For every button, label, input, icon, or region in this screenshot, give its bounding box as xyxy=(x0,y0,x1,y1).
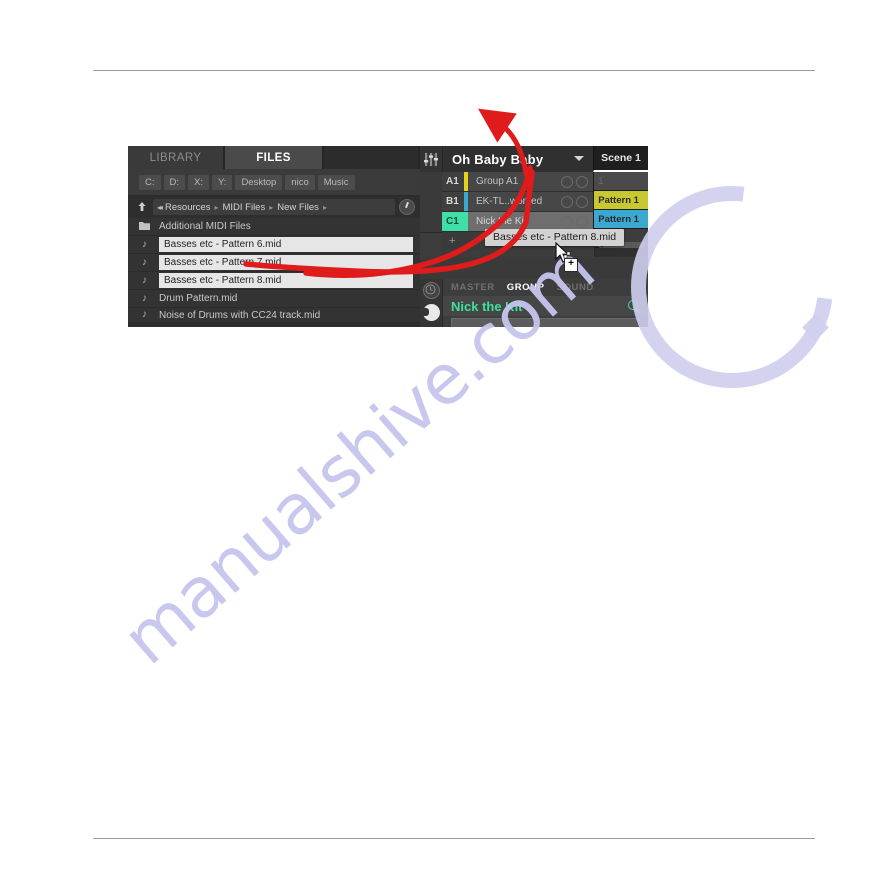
control-slot[interactable] xyxy=(451,318,640,327)
arranger-body: A1 Group A1 B1 EK-TL..worked C1 Nick the… xyxy=(420,172,648,250)
breadcrumb-separator-icon: ▸ xyxy=(214,202,219,212)
list-item-label: Basses etc - Pattern 6.mid xyxy=(159,237,413,252)
folder-icon xyxy=(138,221,151,233)
group-name: Group A1 xyxy=(468,172,562,191)
group-list: A1 Group A1 B1 EK-TL..worked C1 Nick the… xyxy=(420,172,594,250)
pattern-slot[interactable]: 1 xyxy=(594,172,648,191)
clock-icon[interactable] xyxy=(422,282,440,299)
list-item[interactable]: ♪ Basses etc - Pattern 6.mid xyxy=(128,236,420,254)
list-item[interactable]: ♪ Basses etc - Pattern 7.mid xyxy=(128,254,420,272)
shortcut-music[interactable]: Music xyxy=(317,174,355,190)
tab-files[interactable]: FILES xyxy=(225,146,322,169)
browser-tabbar: LIBRARY FILES xyxy=(128,146,420,169)
breadcrumb-separator-icon: ▸ xyxy=(269,202,274,212)
document-page: LIBRARY FILES C: D: X: Y: Desktop nico M… xyxy=(0,0,893,893)
list-item-label: Drum Pattern.mid xyxy=(159,293,238,304)
shortcut-bar: C: D: X: Y: Desktop nico Music xyxy=(128,169,420,196)
breadcrumb[interactable]: ◂◂ Resources ▸ MIDI Files ▸ New Files ▸ xyxy=(153,199,395,215)
shortcut-d[interactable]: D: xyxy=(163,174,185,190)
midi-note-icon: ♪ xyxy=(142,309,147,320)
group-controls xyxy=(561,172,594,191)
tabbar-filler xyxy=(324,146,418,169)
list-item-label: Basses etc - Pattern 7.mid xyxy=(159,255,413,270)
magnifier-icon[interactable] xyxy=(628,300,638,310)
solo-icon[interactable] xyxy=(576,195,589,208)
path-bar: ◂◂ Resources ▸ MIDI Files ▸ New Files ▸ xyxy=(128,196,420,218)
maschine-screenshot: LIBRARY FILES C: D: X: Y: Desktop nico M… xyxy=(128,146,648,327)
list-item-label: Noise of Drums with CC24 track.mid xyxy=(159,309,321,321)
breadcrumb-midi-files[interactable]: MIDI Files xyxy=(222,202,265,213)
list-item-label: Basses etc - Pattern 8.mid xyxy=(159,273,413,288)
control-tabs: MASTER GROUP SOUND xyxy=(443,279,648,296)
control-title: Nick the Kit xyxy=(451,298,523,314)
plug-icon[interactable] xyxy=(422,304,440,321)
header-rule xyxy=(93,70,815,71)
footer-rule xyxy=(93,838,815,839)
pattern-column: 1 Pattern 1 Pattern 1 xyxy=(593,172,648,248)
solo-icon[interactable] xyxy=(576,175,589,188)
midi-note-icon: ♪ xyxy=(142,238,147,250)
group-controls xyxy=(561,192,594,211)
file-list: Additional MIDI Files ♪ Basses etc - Pat… xyxy=(128,218,420,323)
mute-icon[interactable] xyxy=(561,175,574,188)
shortcut-nico[interactable]: nico xyxy=(285,174,315,190)
project-name-label: Oh Baby Baby xyxy=(452,151,544,167)
up-arrow-icon[interactable] xyxy=(134,200,149,215)
shortcut-y[interactable]: Y: xyxy=(211,174,233,190)
mute-icon[interactable] xyxy=(561,195,574,208)
shortcut-c[interactable]: C: xyxy=(139,174,161,190)
pattern-slot[interactable]: Pattern 1 xyxy=(594,191,648,210)
file-browser-panel: LIBRARY FILES C: D: X: Y: Desktop nico M… xyxy=(128,146,420,327)
list-item[interactable]: ♪ Drum Pattern.mid xyxy=(128,290,420,308)
midi-note-icon: ♪ xyxy=(142,292,147,304)
breadcrumb-new-files[interactable]: New Files xyxy=(277,202,319,213)
watermark-dot-icon xyxy=(802,314,829,341)
breadcrumb-separator-icon: ▸ xyxy=(322,202,327,212)
tab-sound[interactable]: SOUND xyxy=(557,282,594,293)
back-chevrons-icon[interactable]: ◂◂ xyxy=(157,203,163,212)
midi-note-icon: ♪ xyxy=(142,256,147,268)
shortcut-x[interactable]: X: xyxy=(188,174,209,190)
group-index: C1 xyxy=(442,212,464,231)
group-index: A1 xyxy=(442,172,464,191)
project-name[interactable]: Oh Baby Baby xyxy=(443,146,593,172)
control-main: MASTER GROUP SOUND Nick the Kit xyxy=(443,279,648,327)
drag-copy-badge: + xyxy=(564,258,578,272)
group-row-a1[interactable]: A1 Group A1 xyxy=(442,172,594,192)
list-item-label: Additional MIDI Files xyxy=(159,221,251,232)
pattern-slot[interactable]: Pattern 1 xyxy=(594,210,648,229)
group-name: EK-TL..worked xyxy=(468,192,562,211)
scene-header[interactable]: Scene 1 xyxy=(593,146,648,172)
browser-options-icon[interactable] xyxy=(399,199,415,215)
list-item[interactable]: Additional MIDI Files xyxy=(128,218,420,236)
chevron-down-icon[interactable] xyxy=(574,156,584,161)
tab-master[interactable]: MASTER xyxy=(451,282,495,293)
watermark: manualshive.com xyxy=(0,0,893,893)
mixer-faders-icon[interactable] xyxy=(420,146,443,172)
mute-icon[interactable] xyxy=(561,215,574,228)
breadcrumb-resources[interactable]: Resources xyxy=(165,202,210,213)
list-item[interactable]: ♪ Basses etc - Pattern 8.mid xyxy=(128,272,420,290)
solo-icon[interactable] xyxy=(576,215,589,228)
arranger-header: Oh Baby Baby Scene 1 xyxy=(420,146,648,172)
tab-library[interactable]: LIBRARY xyxy=(128,146,223,169)
list-item[interactable]: ♪ Noise of Drums with CC24 track.mid xyxy=(128,308,420,323)
control-area: MASTER GROUP SOUND Nick the Kit xyxy=(420,279,648,327)
shortcut-desktop[interactable]: Desktop xyxy=(235,174,283,190)
control-title-bar[interactable]: Nick the Kit xyxy=(443,296,648,316)
control-rail xyxy=(420,279,443,327)
tab-group[interactable]: GROUP xyxy=(507,282,545,293)
group-row-b1[interactable]: B1 EK-TL..worked xyxy=(442,192,594,212)
group-index: B1 xyxy=(442,192,464,211)
midi-note-icon: ♪ xyxy=(142,274,147,286)
